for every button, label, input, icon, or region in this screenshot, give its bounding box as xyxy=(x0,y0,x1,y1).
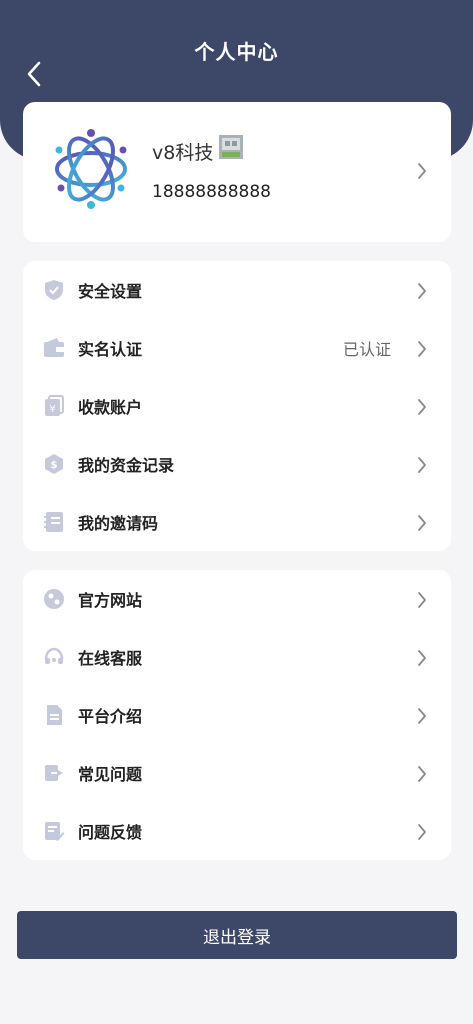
menu-label: 在线客服 xyxy=(78,649,143,668)
menu-label: 我的资金记录 xyxy=(78,456,175,475)
personal-center-page: 个人中心 v8科技 18888888888 安全设置 实名认证 已认证 ¥ 收款… xyxy=(0,0,473,1024)
yuan-card-icon: ¥ xyxy=(43,395,65,417)
account-menu-card: 安全设置 实名认证 已认证 ¥ 收款账户 $ 我的资金记录 我的邀请码 xyxy=(23,261,451,551)
menu-label: 我的邀请码 xyxy=(78,514,159,533)
edit-note-icon xyxy=(43,820,65,842)
menu-label: 官方网站 xyxy=(78,591,143,610)
menu-item-payment-account[interactable]: ¥ 收款账户 xyxy=(23,377,451,435)
menu-label: 安全设置 xyxy=(78,282,143,301)
chevron-right-icon xyxy=(418,457,426,473)
menu-item-online-support[interactable]: 在线客服 xyxy=(23,628,451,686)
menu-item-faq[interactable]: 常见问题 xyxy=(23,744,451,802)
chevron-right-icon xyxy=(418,592,426,608)
globe-icon xyxy=(43,588,65,610)
svg-text:¥: ¥ xyxy=(49,404,55,415)
verified-badge-icon xyxy=(219,134,244,159)
chevron-right-icon xyxy=(418,766,426,782)
user-name: v8科技 xyxy=(152,142,214,164)
menu-label: 常见问题 xyxy=(78,765,143,784)
chevron-right-icon xyxy=(418,341,426,357)
user-name-row: v8科技 xyxy=(152,134,244,165)
avatar-logo-icon xyxy=(55,129,127,209)
chevron-right-icon xyxy=(418,163,426,179)
logout-button[interactable]: 退出登录 xyxy=(17,911,457,959)
user-phone: 18888888888 xyxy=(152,182,271,202)
chevron-right-icon xyxy=(418,708,426,724)
notebook-icon xyxy=(43,511,65,533)
menu-item-fund-records[interactable]: $ 我的资金记录 xyxy=(23,435,451,493)
dollar-hex-icon: $ xyxy=(43,453,65,475)
menu-label: 平台介绍 xyxy=(78,707,143,726)
svg-text:$: $ xyxy=(51,460,58,471)
shield-icon xyxy=(43,279,65,301)
page-title: 个人中心 xyxy=(194,39,279,64)
wallet-icon xyxy=(43,337,65,359)
exit-icon xyxy=(43,762,65,784)
menu-item-official-website[interactable]: 官方网站 xyxy=(23,570,451,628)
profile-card[interactable]: v8科技 18888888888 xyxy=(23,102,451,242)
chevron-right-icon xyxy=(418,283,426,299)
chevron-right-icon xyxy=(418,650,426,666)
menu-label: 实名认证 xyxy=(78,340,143,359)
chevron-right-icon xyxy=(418,824,426,840)
logout-label: 退出登录 xyxy=(203,927,271,948)
menu-item-feedback[interactable]: 问题反馈 xyxy=(23,802,451,860)
menu-item-real-name-verification[interactable]: 实名认证 已认证 xyxy=(23,319,451,377)
menu-label: 问题反馈 xyxy=(78,823,143,842)
chevron-right-icon xyxy=(418,399,426,415)
header-bar: 个人中心 xyxy=(0,28,473,72)
menu-label: 收款账户 xyxy=(78,398,143,417)
menu-item-security-settings[interactable]: 安全设置 xyxy=(23,261,451,319)
verification-status: 已认证 xyxy=(342,340,391,359)
menu-item-invitation-code[interactable]: 我的邀请码 xyxy=(23,493,451,551)
chevron-right-icon xyxy=(418,515,426,531)
document-icon xyxy=(43,704,65,726)
menu-item-platform-introduction[interactable]: 平台介绍 xyxy=(23,686,451,744)
headset-icon xyxy=(43,646,65,668)
info-menu-card: 官方网站 在线客服 平台介绍 常见问题 问题反馈 xyxy=(23,570,451,860)
